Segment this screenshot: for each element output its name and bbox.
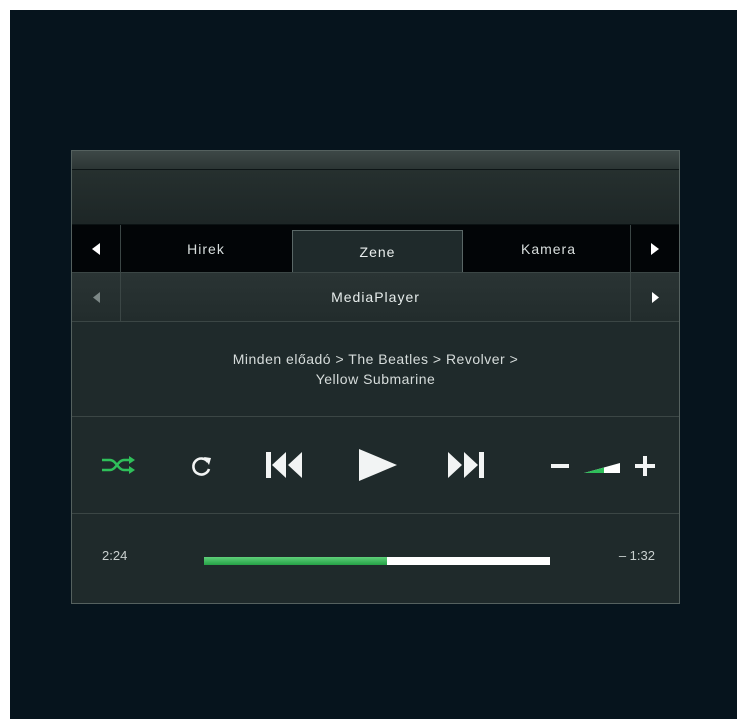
triangle-left-icon [92,291,100,303]
triangle-left-icon [92,242,100,255]
tab-bar: Hirek Zene Kamera [72,225,679,273]
volume-up-icon [635,456,655,476]
playback-controls [72,417,679,514]
track-title: Yellow Submarine [315,371,436,387]
subnav-title: MediaPlayer [331,289,420,305]
top-bar [72,151,679,170]
media-player-panel: Hirek Zene Kamera MediaPlayer Minden elő… [71,150,680,604]
volume-down-icon [551,464,569,468]
volume-level-indicator[interactable] [580,455,624,479]
play-icon [359,449,397,481]
progress-bar[interactable] [204,557,550,565]
previous-button[interactable] [260,447,310,483]
header-bar [72,170,679,225]
device-frame: Hirek Zene Kamera MediaPlayer Minden elő… [10,10,737,719]
breadcrumb: Minden előadó > The Beatles > Revolver >… [72,322,679,417]
remaining-time: – 1:32 [618,548,655,563]
volume-down-button[interactable] [546,453,574,479]
tab-kamera[interactable]: Kamera [463,225,634,272]
shuffle-button[interactable] [94,450,142,480]
progress-row: 2:24 – 1:32 [72,514,679,603]
repeat-icon [192,457,211,476]
subnav-bar: MediaPlayer [72,273,679,322]
elapsed-time: 2:24 [102,548,128,563]
skip-previous-icon [266,452,302,478]
triangle-right-icon [651,291,659,303]
skip-next-icon [448,452,484,478]
progress-fill [204,557,388,565]
repeat-button[interactable] [182,450,222,482]
shuffle-icon [102,456,135,474]
breadcrumb-line: Minden előadó > The Beatles > Revolver > [232,351,519,367]
tab-hirek[interactable]: Hirek [120,225,292,272]
volume-up-button[interactable] [630,451,660,481]
subnav-next-button[interactable] [630,273,679,321]
play-button[interactable] [352,444,404,486]
volume-level-icon [584,463,620,473]
triangle-right-icon [651,242,659,255]
subnav-prev-button[interactable] [72,273,121,321]
tab-prev-button[interactable] [72,225,121,272]
tab-next-button[interactable] [630,225,679,272]
next-button[interactable] [440,447,490,483]
tab-zene[interactable]: Zene [292,230,463,272]
